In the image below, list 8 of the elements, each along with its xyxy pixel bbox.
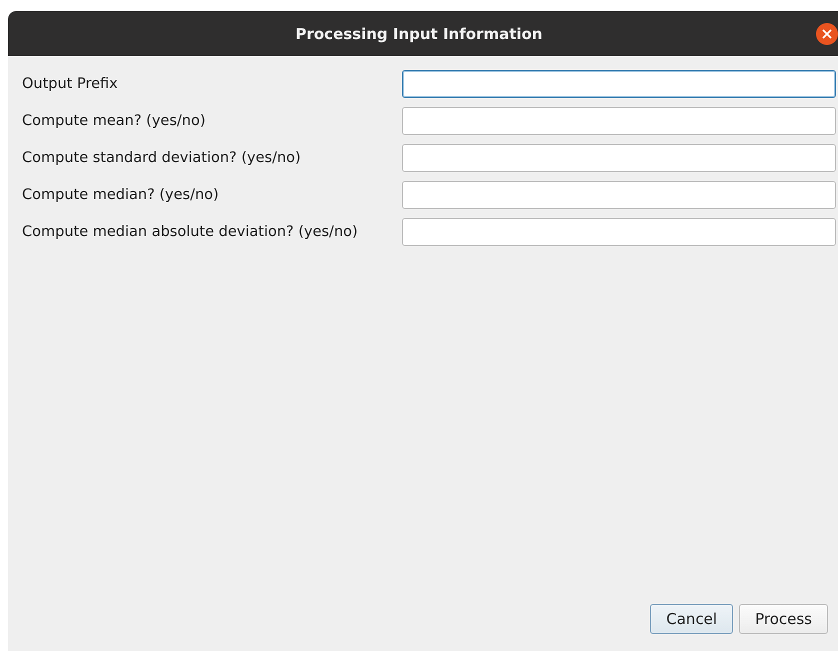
window-title: Processing Input Information — [295, 24, 542, 42]
field-label: Compute median? (yes/no) — [22, 187, 220, 203]
field-label: Compute median absolute deviation? (yes/no) — [22, 224, 359, 240]
dialog-button[interactable]: Cancel — [650, 604, 734, 634]
field-label: Compute standard deviation? (yes/no) — [22, 150, 302, 166]
field-label: Output Prefix — [22, 76, 119, 92]
dialog-button[interactable]: Process — [739, 604, 828, 634]
field-label: Compute mean? (yes/no) — [22, 113, 206, 129]
